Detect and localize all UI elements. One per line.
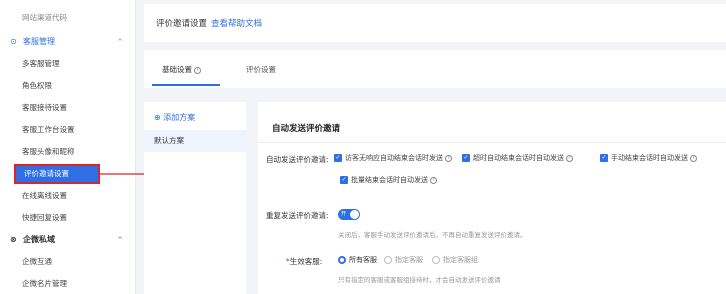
checkbox-visitor-no-response[interactable]: ✓ 访客无响应自动结束会话时发送? [334,153,452,163]
tab-rating-settings[interactable]: 评价设置 [246,64,276,75]
active-tab-indicator [152,84,220,86]
checkbox-label: 访客无响应自动结束会话时发送 [345,154,443,162]
radio-label: 指定客服组 [443,256,478,264]
radio-label: 指定客服 [395,256,423,264]
auto-send-label: 自动发送评价邀请: [266,155,329,164]
repeat-send-toggle[interactable]: 开 [338,209,360,220]
divider [258,142,726,143]
checkbox-label: 手动结束会话时自动发送 [611,154,688,162]
page-title-text: 评价邀请设置 [156,19,208,29]
effective-agent-label: *生效客服: [286,256,322,267]
effective-agent-hint: 只有指定的客服或客服组接待时，才会自动发送评价邀请 [338,276,501,284]
info-icon: ? [430,176,437,184]
info-icon: ? [690,154,697,162]
radio-icon [384,256,392,264]
info-icon: ? [445,154,452,162]
page-title: 评价邀请设置 查看帮助文档 [156,17,262,29]
tab-label: 基础设置 [162,65,192,74]
check-icon: ✓ [340,176,348,184]
effective-agent-label-text: 生效客服: [289,257,323,266]
help-doc-link[interactable]: 查看帮助文档 [211,19,262,29]
check-icon: ✓ [334,154,342,162]
toggle-text: 开 [341,211,347,217]
checkbox-batch-end[interactable]: ✓ 批量结束会话时自动发送? [340,175,437,185]
check-icon: ✓ [462,154,470,162]
repeat-send-label: 重复发送评价邀请: [266,211,329,220]
tab-bar: 基础设置 i 评价设置 [144,50,726,88]
plan-item-default[interactable]: 默认方案 [144,130,246,152]
radio-label: 所有客服 [349,256,377,264]
repeat-send-hint: 关闭后，客服手动发送评价邀请后，不再自动重复发送评价邀请。 [338,231,527,239]
check-icon: ✓ [600,154,608,162]
add-plan-button[interactable]: ⊕ 添加方案 [154,112,195,123]
toggle-knob [350,210,359,219]
radio-specified-agent[interactable]: 指定客服 [384,255,423,265]
settings-panel: 自动发送评价邀请 自动发送评价邀请: ✓ 访客无响应自动结束会话时发送? ✓ 超时自… [258,102,726,294]
checkbox-timeout-end[interactable]: ✓ 超时自动结束会话时自动发送? [462,153,573,163]
page-header: 评价邀请设置 查看帮助文档 [144,4,726,42]
checkbox-label: 超时自动结束会话时自动发送 [473,154,564,162]
radio-specified-group[interactable]: 指定客服组 [432,255,478,265]
checkbox-manual-end[interactable]: ✓ 手动结束会话时自动发送? [600,153,697,163]
radio-all-agents[interactable]: 所有客服 [338,255,377,265]
section-title: 自动发送评价邀请 [272,124,341,134]
radio-icon [432,256,440,264]
info-icon: ? [566,154,573,162]
radio-selected-icon [338,256,346,264]
plan-list: ⊕ 添加方案 默认方案 [144,102,246,294]
tab-basic-settings[interactable]: 基础设置 i [162,64,201,75]
checkbox-label: 批量结束会话时自动发送 [351,176,428,184]
info-icon: i [194,66,201,74]
